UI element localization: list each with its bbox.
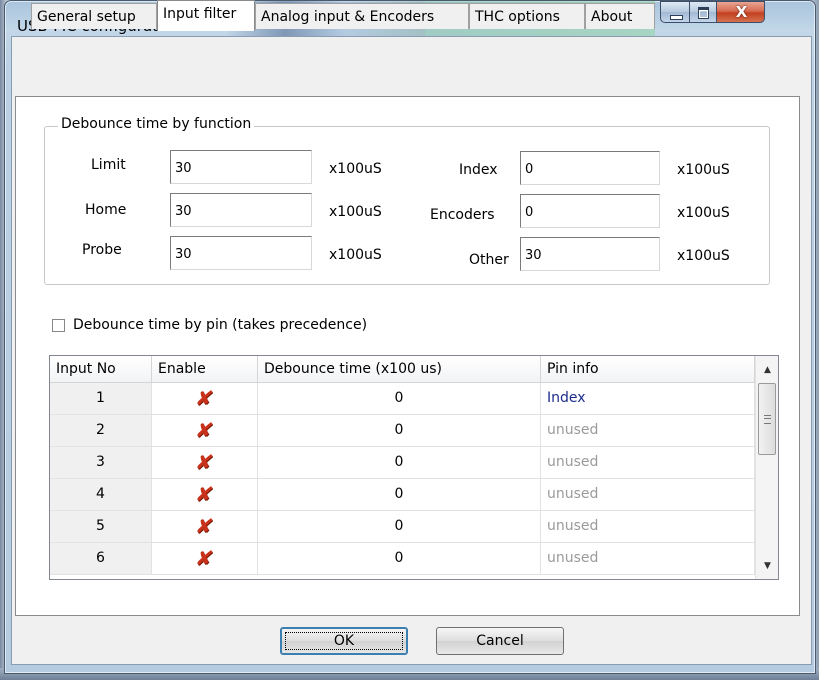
disabled-x-icon: ✘ [193, 450, 216, 474]
table-header: Input No Enable Debounce time (x100 us) … [50, 356, 755, 383]
row-debounce-time[interactable]: 0 [258, 447, 541, 478]
cancel-label: Cancel [476, 633, 524, 649]
debounce-by-pin-checkbox[interactable] [52, 319, 65, 332]
table-vertical-scrollbar[interactable]: ▲ ▼ [755, 356, 778, 579]
cancel-button[interactable]: Cancel [436, 627, 564, 655]
tab-thc-options[interactable]: THC options [469, 3, 585, 29]
disabled-x-icon: ✘ [193, 482, 216, 506]
pin-debounce-table: Input No Enable Debounce time (x100 us) … [49, 355, 779, 580]
row-pin-info: unused [541, 415, 755, 446]
scroll-up-arrow-icon[interactable]: ▲ [756, 360, 778, 380]
minimize-button[interactable] [660, 1, 690, 23]
close-button[interactable]: X [716, 1, 765, 23]
limit-unit: x100uS [329, 161, 382, 177]
encoders-unit: x100uS [677, 205, 730, 221]
row-pin-info: unused [541, 447, 755, 478]
debounce-by-pin-label: Debounce time by pin (takes precedence) [73, 317, 368, 333]
disabled-x-icon: ✘ [193, 514, 216, 538]
probe-label: Probe [82, 242, 122, 258]
tab-label: General setup [37, 9, 136, 25]
row-debounce-time[interactable]: 0 [258, 511, 541, 542]
minimize-icon [670, 15, 683, 20]
tab-label: About [591, 9, 633, 25]
column-header-debounce-time[interactable]: Debounce time (x100 us) [258, 356, 541, 382]
scrollbar-thumb[interactable] [758, 383, 776, 455]
row-pin-info: unused [541, 479, 755, 510]
row-enable-toggle[interactable]: ✘ [152, 447, 258, 478]
row-input-no: 5 [50, 511, 152, 542]
table-row[interactable]: 3 ✘ 0 unused [50, 447, 755, 479]
tab-label: Input filter [163, 6, 237, 22]
row-input-no: 2 [50, 415, 152, 446]
table-row[interactable]: 5 ✘ 0 unused [50, 511, 755, 543]
column-header-enable[interactable]: Enable [152, 356, 258, 382]
probe-debounce-input[interactable] [170, 236, 312, 270]
tab-label: Analog input & Encoders [261, 9, 435, 25]
row-debounce-time[interactable]: 0 [258, 479, 541, 510]
focus-rectangle [285, 632, 403, 650]
probe-unit: x100uS [329, 247, 382, 263]
row-input-no: 4 [50, 479, 152, 510]
home-label: Home [85, 202, 127, 218]
column-header-input-no[interactable]: Input No [50, 356, 152, 382]
row-enable-toggle[interactable]: ✘ [152, 543, 258, 574]
tab-input-filter[interactable]: Input filter [157, 0, 255, 31]
table-row[interactable]: 2 ✘ 0 unused [50, 415, 755, 447]
limit-debounce-input[interactable] [170, 150, 312, 184]
row-input-no: 3 [50, 447, 152, 478]
encoders-label: Encoders [430, 207, 495, 223]
tab-label: THC options [475, 9, 560, 25]
row-pin-info: unused [541, 543, 755, 574]
row-pin-info: Index [541, 383, 755, 414]
column-header-pin-info[interactable]: Pin info [541, 356, 755, 382]
row-debounce-time[interactable]: 0 [258, 543, 541, 574]
row-debounce-time[interactable]: 0 [258, 415, 541, 446]
group-title: Debounce time by function [58, 116, 255, 132]
maximize-icon [698, 7, 709, 19]
maximize-button[interactable] [689, 1, 717, 23]
table-row[interactable]: 4 ✘ 0 unused [50, 479, 755, 511]
home-debounce-input[interactable] [170, 193, 312, 227]
other-debounce-input[interactable] [520, 237, 660, 271]
row-pin-info: unused [541, 511, 755, 542]
row-enable-toggle[interactable]: ✘ [152, 479, 258, 510]
row-input-no: 6 [50, 543, 152, 574]
tab-analog-input-encoders[interactable]: Analog input & Encoders [255, 3, 469, 29]
ok-button[interactable]: OK [280, 627, 408, 655]
other-label: Other [469, 252, 509, 268]
table-row[interactable]: 6 ✘ 0 unused [50, 543, 755, 575]
close-icon: X [735, 3, 748, 21]
index-unit: x100uS [677, 162, 730, 178]
grip-icon [764, 415, 771, 424]
table-row[interactable]: 1 ✘ 0 Index [50, 383, 755, 415]
row-enable-toggle[interactable]: ✘ [152, 511, 258, 542]
disabled-x-icon: ✘ [193, 546, 216, 570]
tab-about[interactable]: About [585, 3, 655, 29]
row-enable-toggle[interactable]: ✘ [152, 383, 258, 414]
other-unit: x100uS [677, 248, 730, 264]
encoders-debounce-input[interactable] [520, 194, 660, 228]
row-input-no: 1 [50, 383, 152, 414]
tab-general-setup[interactable]: General setup [31, 3, 157, 29]
limit-label: Limit [91, 157, 126, 173]
row-debounce-time[interactable]: 0 [258, 383, 541, 414]
index-label: Index [459, 162, 498, 178]
debounce-by-function-group [44, 126, 770, 285]
index-debounce-input[interactable] [520, 151, 660, 185]
home-unit: x100uS [329, 204, 382, 220]
scroll-down-arrow-icon[interactable]: ▼ [756, 556, 778, 576]
row-enable-toggle[interactable]: ✘ [152, 415, 258, 446]
disabled-x-icon: ✘ [193, 386, 216, 410]
disabled-x-icon: ✘ [193, 418, 216, 442]
